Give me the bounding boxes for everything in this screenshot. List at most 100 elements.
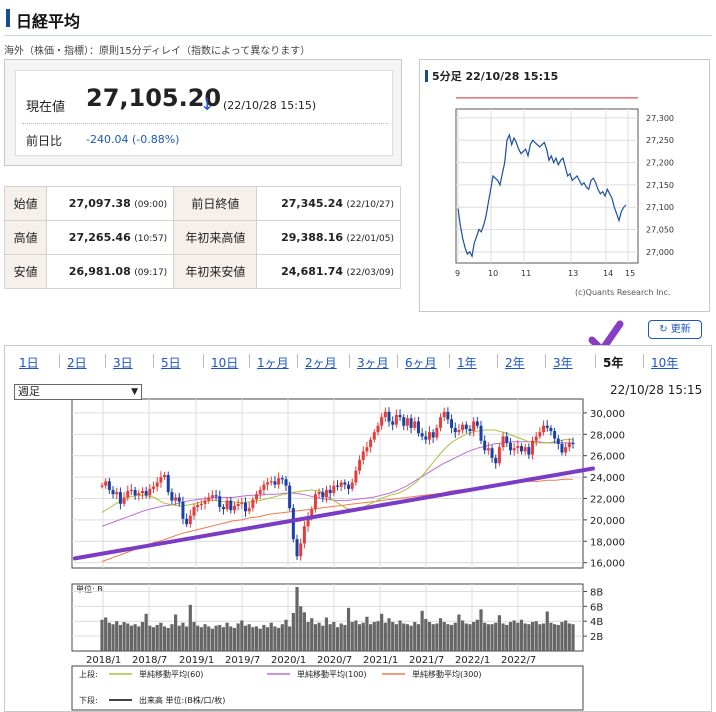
candle-body (358, 459, 362, 471)
candle-body (100, 485, 104, 487)
volume-bar (236, 623, 240, 651)
volume-bar (144, 613, 148, 651)
volume-bar (247, 624, 251, 651)
volume-bar (207, 626, 211, 651)
candle-body (531, 440, 535, 455)
volume-bar (151, 627, 156, 651)
candle-body (111, 489, 115, 495)
volume-bar (490, 624, 494, 651)
candle-body (218, 496, 222, 508)
intraday-y-tick: 27,100 (646, 203, 674, 212)
tab-14[interactable]: 10年 (651, 354, 678, 371)
tab-6[interactable]: 1ヶ月 (257, 354, 289, 371)
candle-body (472, 421, 476, 432)
refresh-button[interactable]: ↻ 更新 (648, 320, 702, 339)
candle-body (542, 425, 546, 433)
volume-bar (137, 626, 141, 651)
candle-body (494, 457, 498, 464)
tab-3[interactable]: 3日 (113, 354, 133, 371)
tab-separator (249, 354, 250, 368)
volume-bar (133, 624, 137, 651)
volume-bar (291, 613, 295, 651)
volume-bar (449, 624, 454, 651)
volume-bar (218, 624, 222, 651)
volume-bar (280, 624, 284, 651)
candle-body (284, 479, 288, 486)
ohlc-number: 24,681.74 (281, 265, 344, 278)
volume-bar (343, 624, 347, 651)
volume-bar (324, 617, 329, 651)
tab-8[interactable]: 3ヶ月 (357, 354, 389, 371)
x-tick: 2022/7 (501, 655, 536, 666)
period-select[interactable]: 週足 ▼ (14, 384, 142, 400)
candle-body (501, 436, 505, 448)
tab-separator (595, 354, 596, 368)
price-y-tick: 16,000 (590, 559, 625, 570)
volume-bar (549, 622, 553, 651)
volume-bar (479, 609, 483, 651)
candle-body (409, 418, 413, 428)
candle-body (185, 518, 189, 525)
volume-y-tick: 8B (590, 587, 603, 598)
tab-5[interactable]: 10日 (211, 354, 238, 371)
volume-bar (332, 621, 336, 651)
candle-body (288, 485, 292, 509)
volume-bar (365, 616, 369, 651)
intraday-x-tick: 13 (568, 269, 578, 278)
volume-bar (391, 621, 395, 651)
volume-bar (269, 622, 273, 651)
candle-body (516, 446, 520, 449)
volume-bar (468, 624, 472, 651)
intraday-x-tick: 9 (455, 269, 460, 278)
candle-body (229, 500, 233, 511)
down-arrow-icon: ↓ (200, 95, 215, 115)
tab-2[interactable]: 2日 (67, 354, 87, 371)
volume-bar (376, 621, 380, 651)
candle-body (354, 470, 358, 483)
candle-body (420, 433, 424, 437)
candle-body (376, 425, 380, 433)
tab-separator (545, 354, 546, 368)
candle-body (512, 448, 516, 451)
tab-11[interactable]: 2年 (505, 354, 525, 371)
tab-12[interactable]: 3年 (553, 354, 573, 371)
candle-body (523, 447, 527, 452)
volume-bar (313, 624, 318, 651)
volume-bar (221, 627, 226, 651)
tab-separator (397, 354, 398, 368)
volume-unit-label: 単位: B (76, 584, 103, 594)
candle-body (328, 489, 332, 494)
candle-body (299, 543, 303, 557)
volume-bar (354, 620, 358, 651)
candle-body (560, 443, 564, 453)
legend-ma300: 単純移動平均(300) (412, 669, 482, 679)
candle-body (402, 417, 406, 426)
main-chart: 16,000 18,000 20,000 22,000 24,000 26,000 28,0… (71, 398, 625, 711)
intraday-plot-frame (455, 108, 639, 264)
candle-body (453, 427, 457, 433)
tab-1[interactable]: 1日 (19, 354, 39, 371)
ohlc-row: 安値 26,981.08 (09:17) 年初来安値 24,681.74 (22/03… (3, 254, 401, 289)
candle-body (534, 436, 538, 441)
volume-bar (177, 625, 181, 651)
tab-separator (105, 354, 106, 368)
candle-body (317, 492, 321, 495)
tab-separator (59, 354, 60, 368)
volume-bar (107, 622, 111, 651)
candle-body (302, 526, 306, 544)
tab-10[interactable]: 1年 (457, 354, 477, 371)
volume-bar (405, 624, 410, 651)
volume-bar (387, 618, 391, 651)
volume-bar (409, 625, 413, 651)
tab-13[interactable]: 5年 (603, 354, 623, 371)
volume-bar (302, 612, 306, 651)
tab-7[interactable]: 2ヶ月 (305, 354, 337, 371)
tab-9[interactable]: 6ヶ月 (405, 354, 437, 371)
volume-bar (173, 614, 178, 651)
ohlc-date: (22/03/09) (346, 268, 394, 278)
candle-body (350, 482, 354, 489)
tab-4[interactable]: 5日 (161, 354, 181, 371)
candle-body (129, 489, 133, 492)
intraday-x-tick: 10 (488, 269, 498, 278)
intraday-x-tick: 15 (625, 269, 635, 278)
